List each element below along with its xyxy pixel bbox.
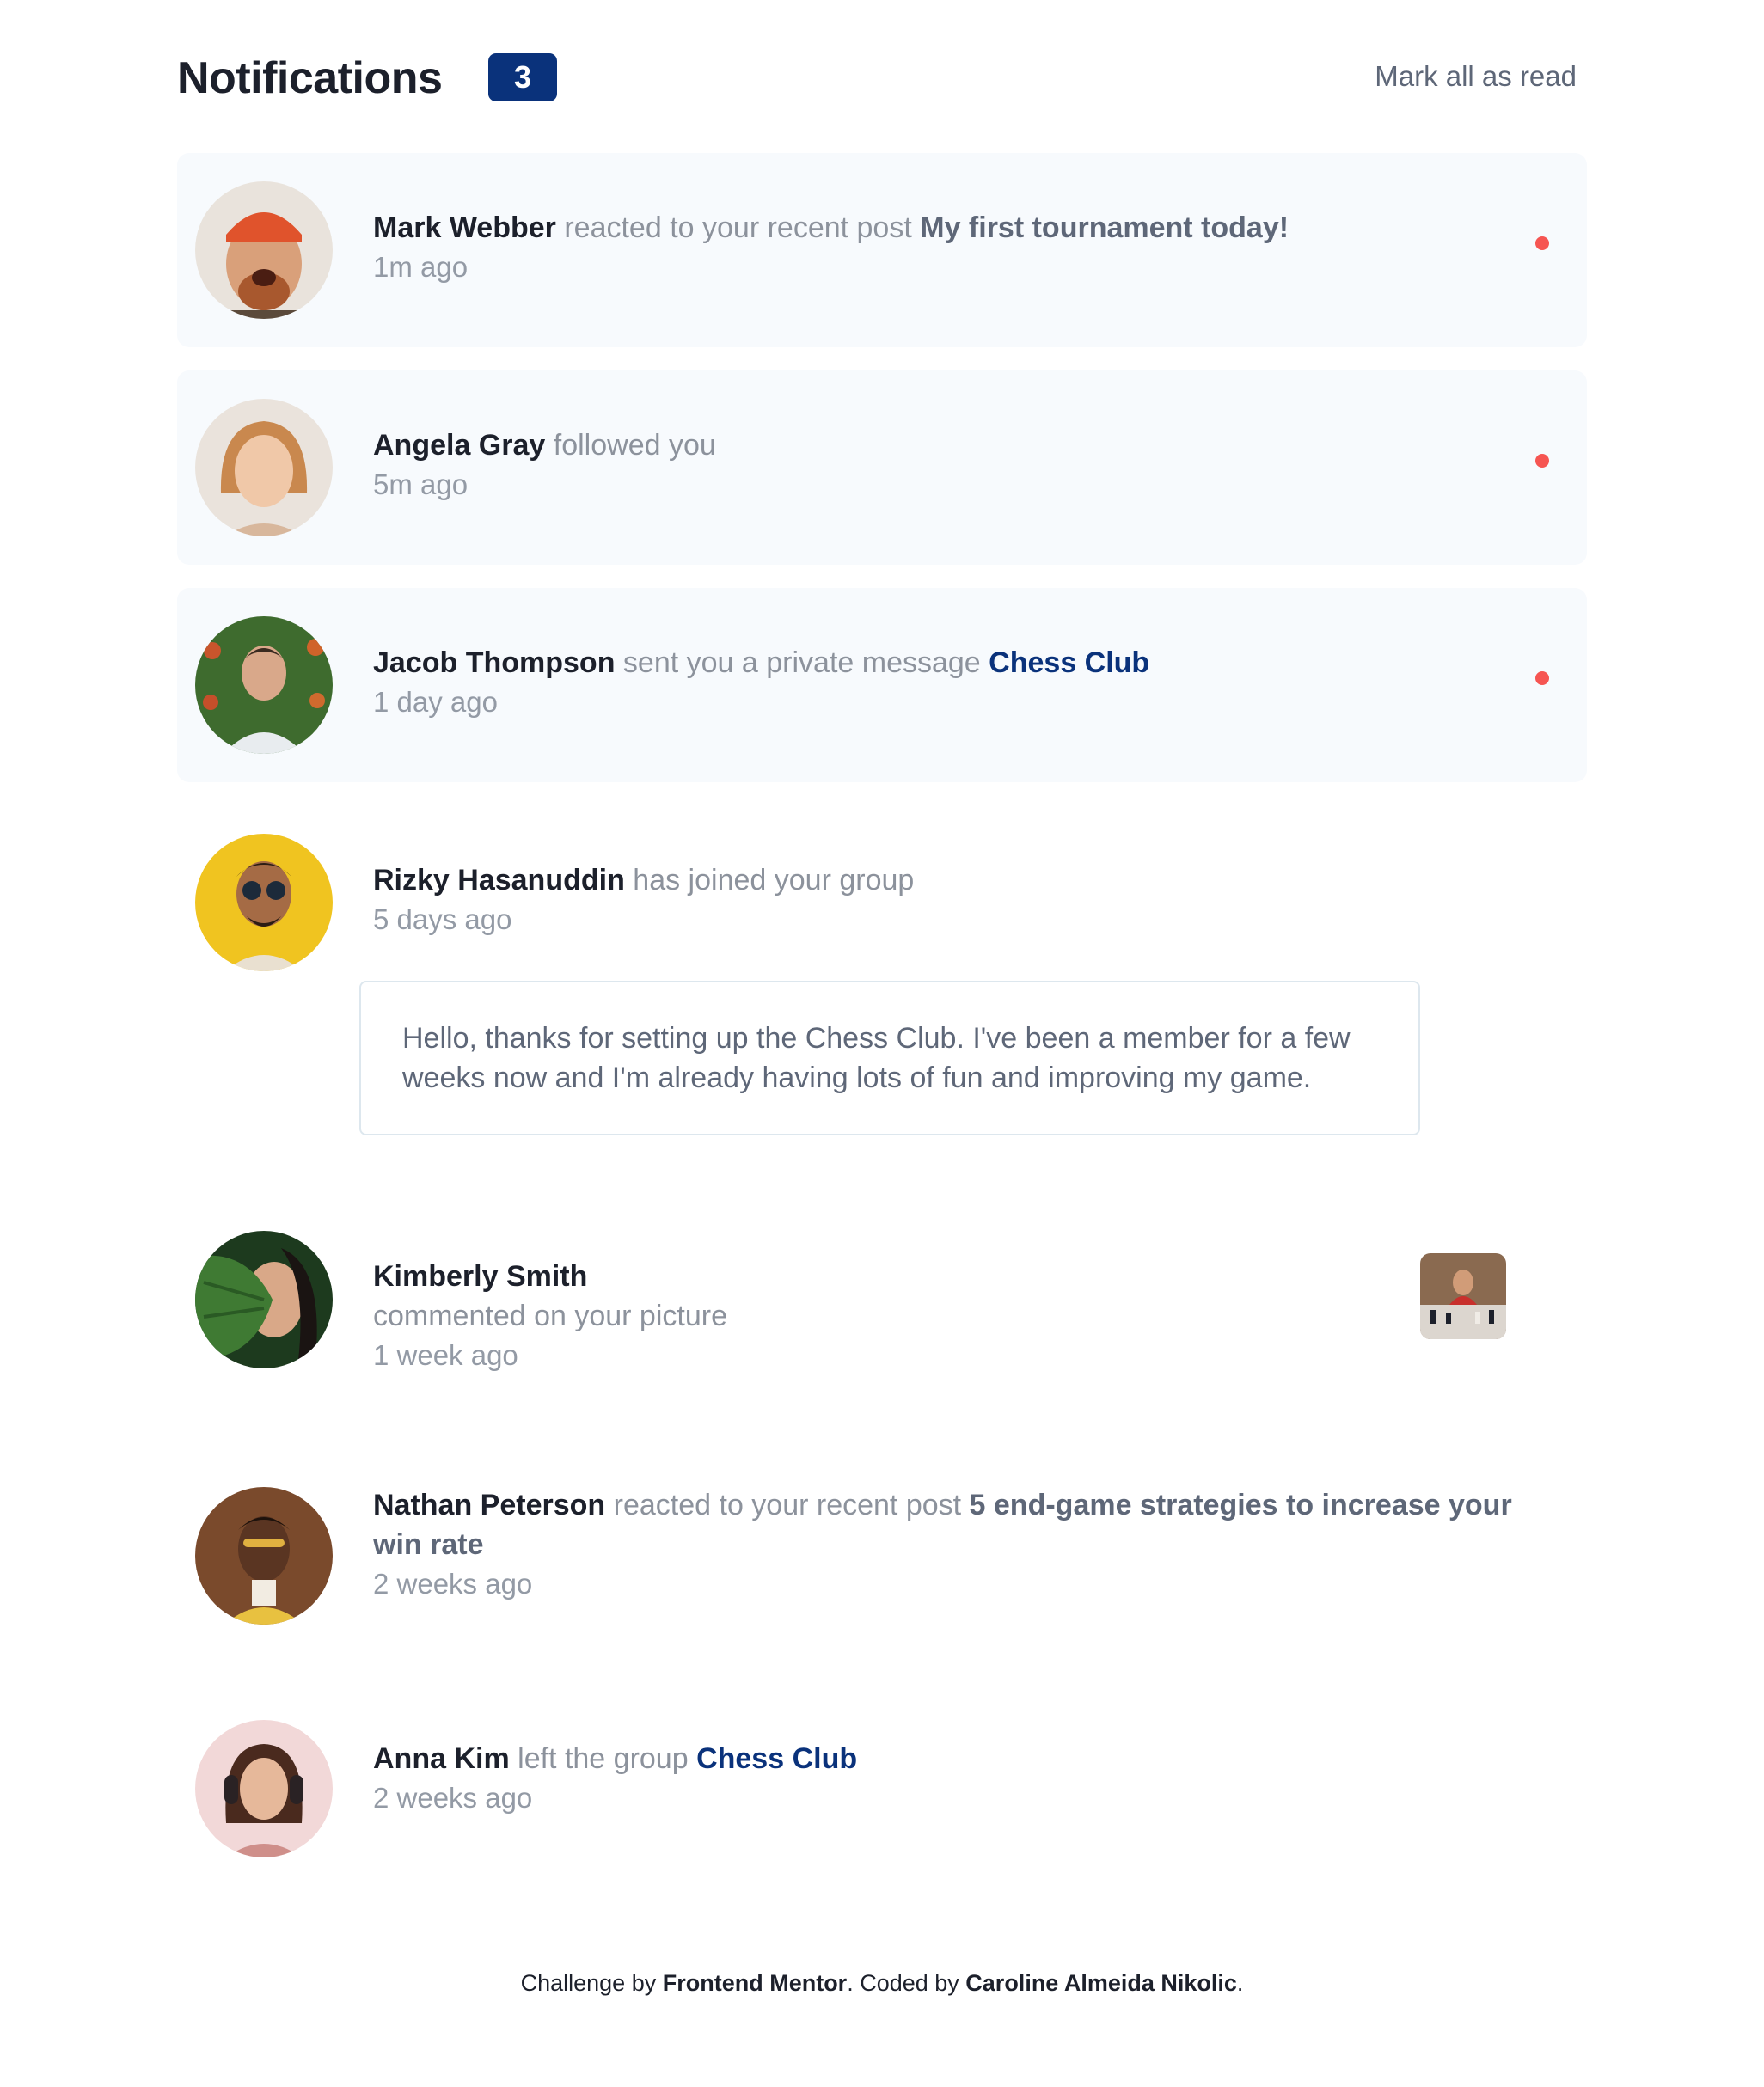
notification-item[interactable]: Jacob Thompson sent you a private messag…: [177, 588, 1587, 782]
footer-middle: . Coded by: [847, 1970, 966, 1996]
action-text: reacted to your recent post: [564, 211, 912, 244]
notification-item[interactable]: Rizky Hasanuddin has joined your group 5…: [177, 805, 1587, 1000]
notification-item[interactable]: Angela Gray followed you 5m ago: [177, 370, 1587, 565]
author-link[interactable]: Caroline Almeida Nikolic: [965, 1970, 1237, 1996]
notification-item[interactable]: Mark Webber reacted to your recent post …: [177, 153, 1587, 347]
unread-dot: [1535, 671, 1549, 685]
actor-name[interactable]: Jacob Thompson: [373, 646, 615, 679]
post-link-continued[interactable]: win rate: [373, 1528, 483, 1561]
post-link[interactable]: My first tournament today!: [920, 211, 1289, 244]
notification-item[interactable]: Kimberly Smith commented on your picture…: [177, 1174, 1587, 1371]
unread-count-badge: 3: [488, 53, 557, 101]
group-link[interactable]: Chess Club: [989, 646, 1149, 679]
notifications-header: Notifications 3 Mark all as read: [177, 48, 1587, 108]
avatar-rizky-hasanuddin[interactable]: [195, 834, 333, 971]
avatar-anna-kim[interactable]: [195, 1720, 333, 1857]
page-title: Notifications: [177, 53, 443, 103]
unread-dot: [1535, 236, 1549, 250]
footer-prefix: Challenge by: [520, 1970, 663, 1996]
actor-name[interactable]: Nathan Peterson: [373, 1489, 605, 1521]
frontend-mentor-link[interactable]: Frontend Mentor: [663, 1970, 847, 1996]
avatar-jacob-thompson[interactable]: [195, 616, 333, 754]
avatar-nathan-peterson[interactable]: [195, 1487, 333, 1625]
attribution-footer: Challenge by Frontend Mentor. Coded by C…: [0, 1970, 1764, 1997]
post-link[interactable]: 5 end-game strategies to increase your: [970, 1489, 1512, 1521]
actor-name[interactable]: Kimberly Smith: [373, 1257, 727, 1296]
action-text: left the group: [518, 1742, 689, 1775]
notification-time: 1m ago: [373, 251, 469, 283]
notification-time: 1 day ago: [373, 686, 498, 718]
notification-text: Nathan Peterson reacted to your recent p…: [373, 1485, 1525, 1604]
footer-suffix: .: [1236, 1970, 1244, 1996]
notification-time: 2 weeks ago: [373, 1782, 533, 1814]
notification-text: Angela Gray followed you 5m ago: [373, 425, 716, 505]
commented-picture-thumbnail[interactable]: [1420, 1253, 1506, 1339]
actor-name[interactable]: Mark Webber: [373, 211, 556, 244]
mark-all-as-read-button[interactable]: Mark all as read: [1375, 60, 1577, 93]
action-text: reacted to your recent post: [613, 1489, 962, 1521]
private-message-preview[interactable]: Hello, thanks for setting up the Chess C…: [359, 981, 1420, 1135]
notification-time: 5 days ago: [373, 903, 512, 935]
unread-dot: [1535, 454, 1549, 468]
action-text: commented on your picture: [373, 1300, 727, 1332]
action-text: followed you: [553, 429, 716, 462]
notification-time: 5m ago: [373, 468, 469, 500]
avatar-angela-gray[interactable]: [195, 399, 333, 536]
notification-time: 1 week ago: [373, 1339, 518, 1371]
actor-name[interactable]: Anna Kim: [373, 1742, 510, 1775]
notification-text: Anna Kim left the group Chess Club 2 wee…: [373, 1739, 857, 1818]
action-text: sent you a private message: [622, 646, 981, 679]
notification-item[interactable]: Anna Kim left the group Chess Club 2 wee…: [177, 1687, 1587, 1882]
actor-name[interactable]: Rizky Hasanuddin: [373, 864, 625, 897]
avatar-mark-webber[interactable]: [195, 181, 333, 319]
avatar-kimberly-smith[interactable]: [195, 1231, 333, 1368]
notification-text: Jacob Thompson sent you a private messag…: [373, 643, 1149, 722]
action-text: has joined your group: [633, 864, 915, 897]
notification-text: Mark Webber reacted to your recent post …: [373, 208, 1289, 287]
notification-item[interactable]: Nathan Peterson reacted to your recent p…: [177, 1430, 1587, 1625]
notification-time: 2 weeks ago: [373, 1568, 533, 1600]
actor-name[interactable]: Angela Gray: [373, 429, 545, 462]
notification-text: Kimberly Smith commented on your picture…: [373, 1257, 727, 1375]
notification-text: Rizky Hasanuddin has joined your group 5…: [373, 860, 914, 939]
group-link[interactable]: Chess Club: [696, 1742, 857, 1775]
